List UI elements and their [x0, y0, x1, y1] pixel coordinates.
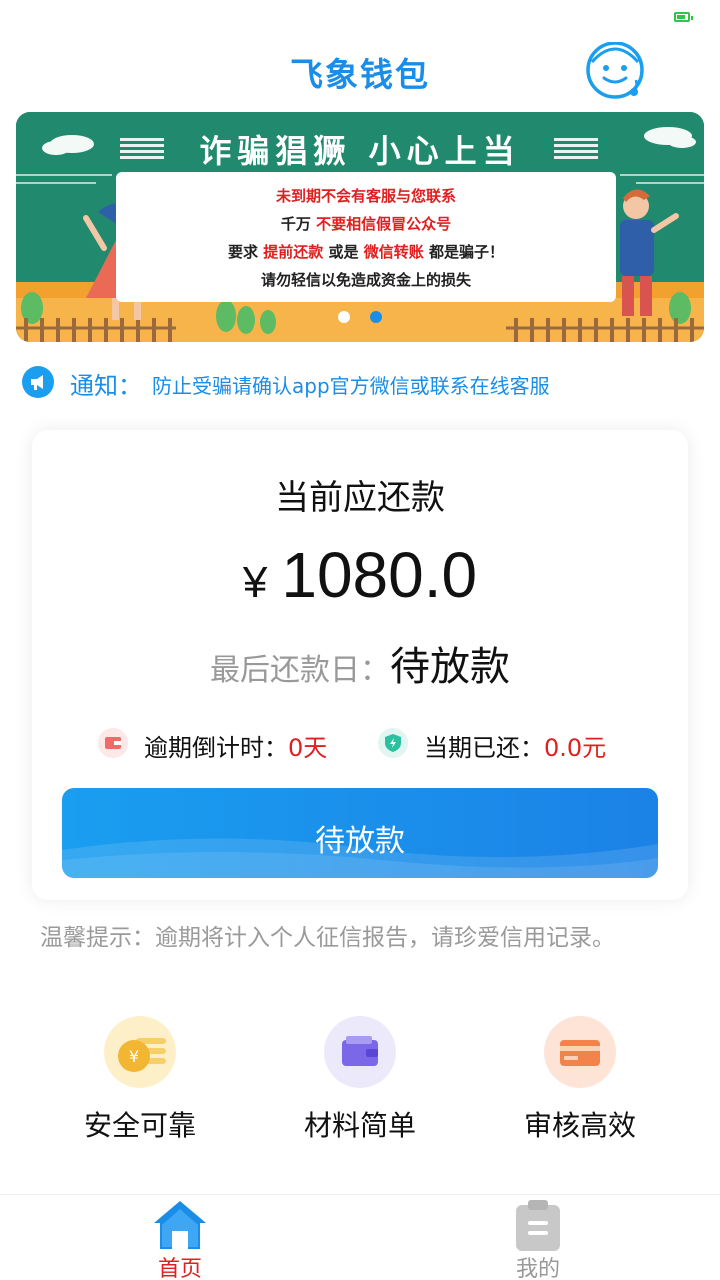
notice-text: 防止受骗请确认app官方微信或联系在线客服: [152, 374, 550, 398]
feature-label: 审核高效: [523, 1109, 636, 1142]
repayment-heading: 当前应还款: [275, 478, 445, 518]
feature-efficient: 审核高效: [480, 1016, 680, 1146]
yen-coin-icon: ¥: [104, 1016, 176, 1088]
home-icon: [154, 1201, 206, 1249]
overdue-label: 逾期倒计时：: [144, 734, 288, 762]
clipboard-icon: [516, 1200, 560, 1251]
card-icon: [544, 1016, 616, 1088]
shield-check-icon: [378, 728, 408, 758]
carousel-dot-2[interactable]: [369, 311, 382, 323]
feature-simple: 材料简单: [260, 1016, 460, 1146]
banner-line-3: 要求 提前还款 或是 微信转账 都是骗子！: [227, 243, 504, 261]
banner-title: 诈骗猖獗 小心上当: [199, 132, 521, 170]
warm-tip: 温馨提示：逾期将计入个人征信报告，请珍爱信用记录。: [40, 925, 615, 951]
currency-symbol: ¥: [242, 558, 268, 607]
paid-value: 0.0元: [544, 734, 607, 762]
banner-line-2: 千万 不要相信假冒公众号: [280, 215, 452, 233]
notice-bar[interactable]: 通知： 防止受骗请确认app官方微信或联系在线客服: [22, 364, 702, 400]
repayment-card: 当前应还款 ¥1080.0 最后还款日：待放款 逾期倒计时：0天 当期已还：0.…: [32, 430, 688, 900]
megaphone-icon: [22, 366, 54, 398]
repay-button-label: 待放款: [315, 824, 405, 859]
banner-notice-panel: 未到期不会有客服与您联系 千万 不要相信假冒公众号 要求 提前还款 或是 微信转…: [116, 172, 616, 302]
banner-line-1: 未到期不会有客服与您联系: [275, 187, 456, 205]
due-date-row: 最后还款日：待放款: [32, 634, 688, 692]
paid-label: 当期已还：: [424, 734, 544, 762]
carousel-dot-1[interactable]: [338, 311, 351, 323]
feature-label: 安全可靠: [83, 1109, 196, 1142]
tab-home[interactable]: 首页: [120, 1195, 240, 1280]
wallet-icon: [324, 1016, 396, 1088]
tab-profile-label: 我的: [515, 1257, 560, 1280]
customer-service-button[interactable]: [584, 41, 650, 102]
repayment-meta-row: 逾期倒计时：0天 当期已还：0.0元: [98, 724, 658, 764]
status-bar: [0, 0, 720, 36]
due-date-label: 最后还款日：: [210, 653, 390, 688]
feature-secure: ¥ 安全可靠: [40, 1016, 240, 1146]
repay-button[interactable]: 待放款: [62, 788, 658, 878]
feature-label: 材料简单: [303, 1109, 416, 1142]
feature-list: ¥ 安全可靠 材料简单 审核高效: [0, 1016, 720, 1146]
promo-banner[interactable]: 诈骗猖獗 小心上当 未到期不会有客服与您联系 千万 不要相信假冒公众号 要求 提…: [16, 112, 704, 342]
tab-profile[interactable]: 我的: [478, 1195, 598, 1280]
overdue-value: 0天: [288, 734, 328, 762]
carousel-indicator: [16, 308, 704, 327]
amount-value: 1080.0: [281, 539, 478, 611]
svg-text:¥: ¥: [129, 1047, 139, 1066]
wallet-red-icon: [98, 728, 128, 758]
battery-icon: [674, 12, 693, 22]
tab-home-label: 首页: [157, 1257, 202, 1280]
bottom-tab-bar: 首页 我的: [0, 1194, 720, 1280]
due-date-value: 待放款: [390, 644, 510, 690]
repayment-amount: ¥1080.0: [32, 538, 688, 612]
banner-line-4: 请勿轻信以免造成资金上的损失: [260, 271, 471, 289]
customer-service-icon: [586, 41, 644, 99]
notice-label: 通知：: [70, 372, 142, 400]
